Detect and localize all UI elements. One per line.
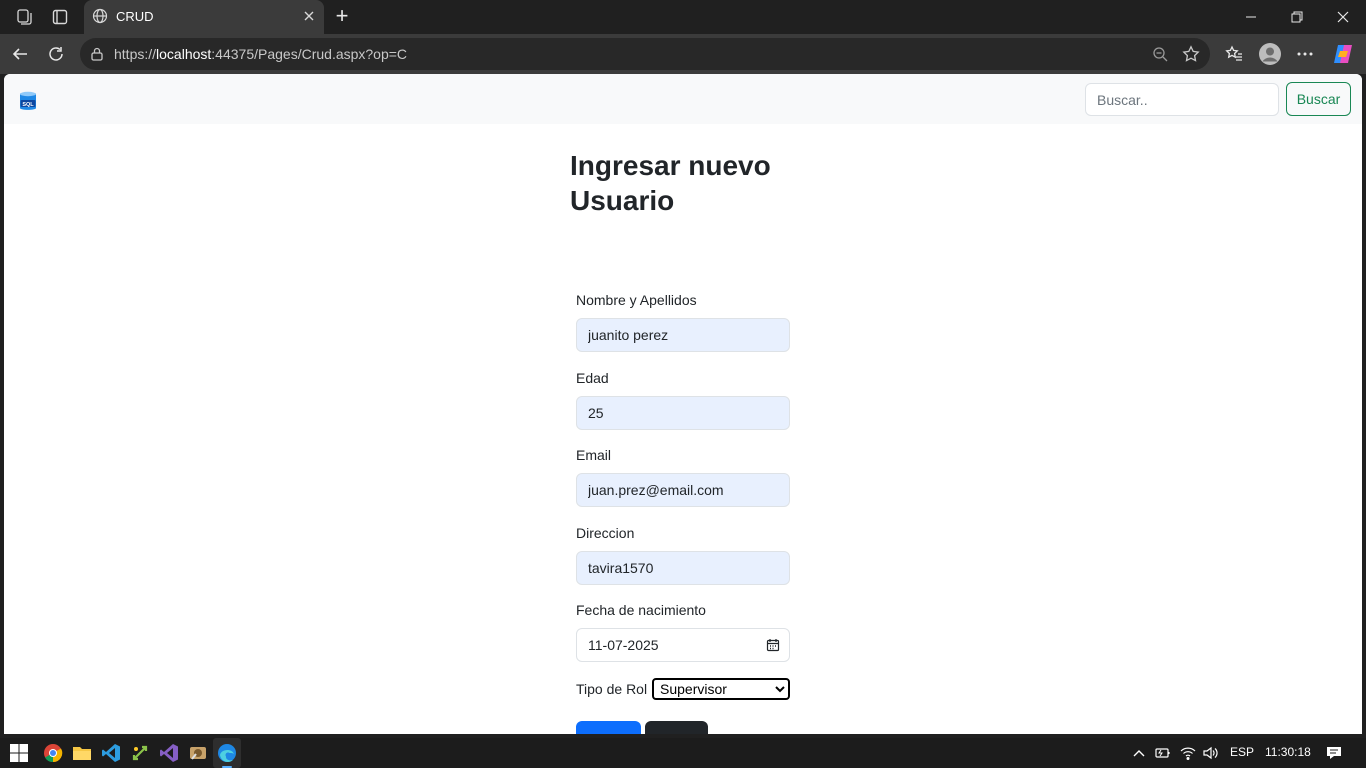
role-label: Tipo de Rol — [576, 681, 648, 697]
age-label: Edad — [576, 370, 609, 386]
close-window-icon[interactable] — [1320, 4, 1366, 30]
name-label: Nombre y Apellidos — [576, 292, 697, 308]
site-info-icon[interactable] — [90, 47, 104, 61]
back-icon[interactable] — [9, 43, 31, 65]
notifications-icon[interactable] — [1326, 745, 1342, 761]
minimize-icon[interactable] — [1228, 4, 1274, 30]
svg-text:SQL: SQL — [22, 102, 34, 108]
chrome-icon[interactable] — [43, 743, 63, 763]
dev-tool-icon[interactable] — [130, 743, 150, 763]
url-text[interactable]: https://localhost:44375/Pages/Crud.aspx?… — [114, 46, 407, 62]
name-field[interactable] — [576, 318, 790, 352]
create-user-form: Ingresar nuevo Usuario Nombre y Apellido… — [570, 148, 794, 734]
back-button[interactable]: Volver — [645, 721, 708, 734]
birthdate-label: Fecha de nacimiento — [576, 602, 706, 618]
browser-tab-strip: CRUD + — [0, 0, 1366, 34]
workspaces-icon[interactable] — [13, 6, 35, 28]
volume-icon[interactable] — [1202, 746, 1218, 760]
role-select[interactable]: Supervisor — [652, 678, 790, 700]
browser-toolbar: https://localhost:44375/Pages/Crud.aspx?… — [0, 34, 1366, 74]
edge-icon[interactable] — [217, 743, 237, 763]
windows-start-icon[interactable] — [9, 743, 29, 763]
vscode-icon[interactable] — [101, 743, 121, 763]
page-viewport: SQL Buscar Ingresar nuevo Usuario Nombre… — [4, 74, 1362, 734]
email-field[interactable] — [576, 473, 790, 507]
address-label: Direccion — [576, 525, 635, 541]
email-label: Email — [576, 447, 612, 463]
language-indicator[interactable]: ESP — [1230, 745, 1254, 759]
birthdate-field[interactable] — [576, 628, 790, 662]
globe-icon — [92, 8, 108, 24]
sql-management-icon[interactable] — [188, 743, 208, 763]
search-input[interactable] — [1085, 83, 1279, 116]
show-hidden-icons-icon[interactable] — [1131, 746, 1147, 760]
wifi-icon[interactable] — [1180, 746, 1196, 760]
address-field[interactable] — [576, 551, 790, 585]
sql-database-icon[interactable]: SQL — [18, 90, 38, 112]
visual-studio-icon[interactable] — [159, 743, 179, 763]
page-title: Ingresar nuevo Usuario — [570, 150, 771, 216]
restore-icon[interactable] — [1274, 4, 1320, 30]
create-button[interactable]: Create — [576, 721, 641, 734]
more-options-icon[interactable] — [1294, 43, 1316, 65]
new-tab-icon[interactable]: + — [332, 5, 352, 27]
refresh-icon[interactable] — [45, 43, 67, 65]
favorites-icon[interactable] — [1223, 43, 1245, 65]
age-field[interactable] — [576, 396, 790, 430]
address-bar[interactable]: https://localhost:44375/Pages/Crud.aspx?… — [80, 38, 1210, 70]
clock[interactable]: 11:30:18 — [1265, 745, 1311, 759]
search-button[interactable]: Buscar — [1286, 82, 1351, 116]
copilot-icon[interactable] — [1331, 42, 1355, 66]
birthdate-wrapper — [570, 628, 794, 662]
profile-avatar-icon[interactable] — [1258, 42, 1282, 66]
tab-actions-icon[interactable] — [49, 6, 71, 28]
close-tab-icon[interactable] — [302, 9, 316, 23]
calendar-icon[interactable] — [766, 638, 780, 652]
windows-taskbar: ESP 11:30:18 — [0, 738, 1366, 768]
favorite-star-icon[interactable] — [1182, 45, 1200, 63]
navbar: SQL Buscar — [4, 74, 1362, 124]
battery-icon[interactable] — [1155, 746, 1171, 760]
zoom-icon[interactable] — [1152, 46, 1168, 62]
tab-title: CRUD — [116, 9, 154, 24]
tab-crud[interactable]: CRUD — [84, 0, 324, 34]
file-explorer-icon[interactable] — [72, 743, 92, 763]
